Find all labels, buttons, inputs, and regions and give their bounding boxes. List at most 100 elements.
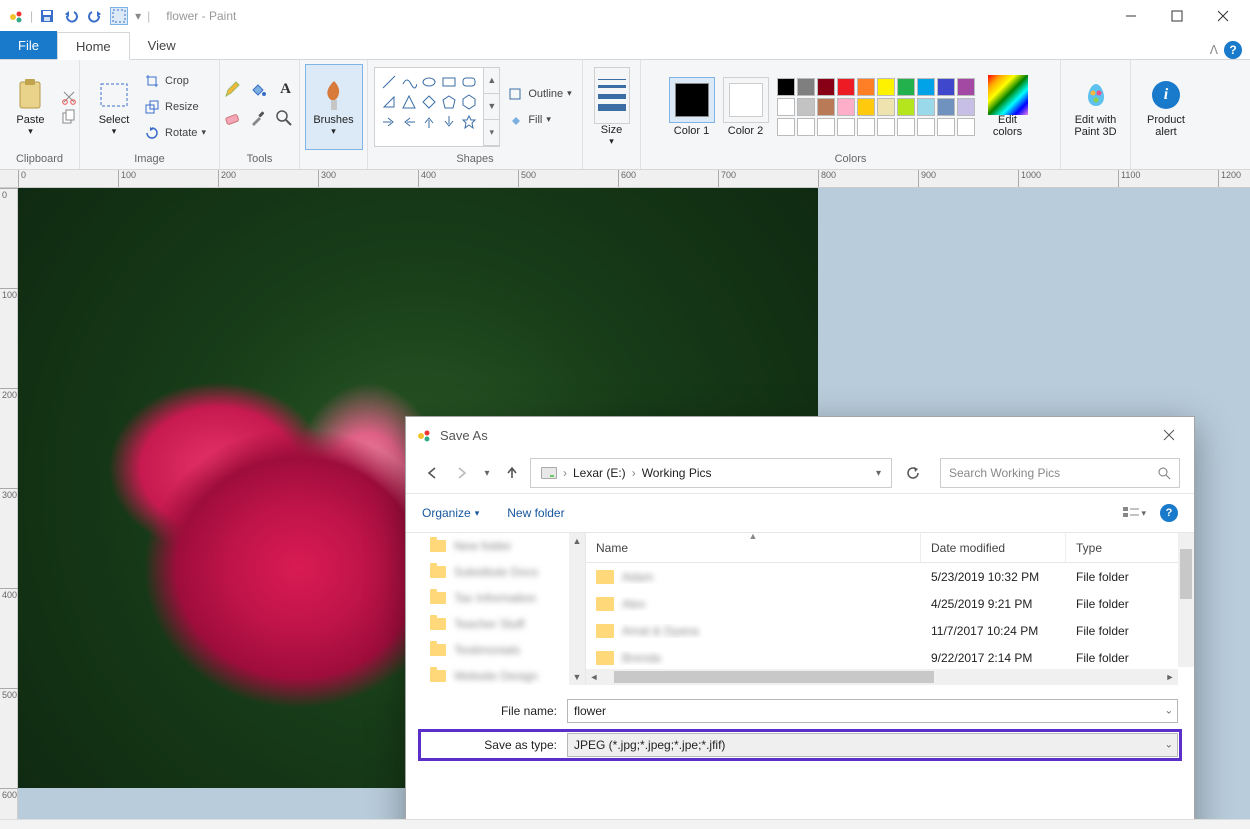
- edit-colors-button[interactable]: Edit colors: [983, 65, 1033, 149]
- tab-view[interactable]: View: [130, 31, 194, 59]
- color-swatch[interactable]: [897, 118, 915, 136]
- shapes-gallery[interactable]: ▲▼▾: [374, 67, 484, 147]
- color2-button[interactable]: [723, 77, 769, 123]
- paint3d-button[interactable]: Edit with Paint 3D: [1068, 65, 1124, 149]
- product-alert-button[interactable]: i Product alert: [1138, 65, 1194, 149]
- qa-dropdown-icon[interactable]: ▾: [135, 9, 141, 23]
- color-swatch[interactable]: [837, 118, 855, 136]
- cut-icon[interactable]: [61, 89, 77, 105]
- shape-outline-button[interactable]: Outline ▾: [502, 83, 575, 105]
- crop-button[interactable]: Crop: [139, 70, 210, 92]
- up-button[interactable]: [500, 461, 524, 485]
- color-swatch[interactable]: [817, 98, 835, 116]
- color-swatch[interactable]: [937, 98, 955, 116]
- color-swatch[interactable]: [897, 78, 915, 96]
- select-button[interactable]: Select▾: [89, 65, 139, 149]
- back-button[interactable]: [420, 461, 444, 485]
- list-item[interactable]: Amal & Dyana11/7/2017 10:24 PMFile folde…: [586, 617, 1194, 644]
- color-swatch[interactable]: [777, 78, 795, 96]
- file-list[interactable]: ▲Name Date modified Type Adam5/23/2019 1…: [586, 533, 1194, 685]
- list-hscrollbar[interactable]: ◄►: [586, 669, 1178, 685]
- collapse-ribbon-icon[interactable]: ᐱ: [1210, 43, 1218, 57]
- color-swatch[interactable]: [877, 98, 895, 116]
- app-icon: [7, 7, 25, 25]
- text-icon[interactable]: A: [275, 81, 297, 105]
- color-swatch[interactable]: [837, 98, 855, 116]
- color-swatch[interactable]: [937, 78, 955, 96]
- history-dropdown-icon[interactable]: ▾: [480, 461, 494, 485]
- list-item[interactable]: Adam5/23/2019 10:32 PMFile folder: [586, 563, 1194, 590]
- brushes-button[interactable]: Brushes▾: [305, 64, 363, 150]
- save-icon[interactable]: [38, 7, 56, 25]
- color-swatch[interactable]: [817, 118, 835, 136]
- resize-button[interactable]: Resize: [139, 96, 210, 118]
- savetype-label: Save as type:: [422, 738, 567, 752]
- tab-home[interactable]: Home: [57, 32, 130, 60]
- savetype-combo[interactable]: JPEG (*.jpg;*.jpeg;*.jpe;*.jfif)⌄: [567, 733, 1178, 757]
- list-item[interactable]: Brenda9/22/2017 2:14 PMFile folder: [586, 644, 1194, 671]
- help-icon[interactable]: ?: [1224, 41, 1242, 59]
- color-swatch[interactable]: [877, 78, 895, 96]
- copy-icon[interactable]: [61, 109, 77, 125]
- color-swatch[interactable]: [937, 118, 955, 136]
- help-icon[interactable]: ?: [1160, 504, 1178, 522]
- color-swatch[interactable]: [957, 98, 975, 116]
- color-swatch[interactable]: [797, 118, 815, 136]
- maximize-button[interactable]: [1154, 0, 1200, 32]
- list-item[interactable]: Alex4/25/2019 9:21 PMFile folder: [586, 590, 1194, 617]
- eraser-icon[interactable]: [223, 109, 245, 133]
- tab-file[interactable]: File: [0, 31, 57, 59]
- color-swatch[interactable]: [917, 98, 935, 116]
- color-palette[interactable]: [777, 78, 975, 136]
- color-swatch[interactable]: [957, 78, 975, 96]
- folder-tree[interactable]: New folder Substitute Docs Tax Informati…: [406, 533, 586, 685]
- tree-scrollbar[interactable]: ▲▼: [569, 533, 585, 685]
- color-swatch[interactable]: [857, 78, 875, 96]
- address-bar[interactable]: › Lexar (E:) › Working Pics ▾: [530, 458, 892, 488]
- new-folder-button[interactable]: New folder: [507, 506, 564, 520]
- shape-fill-button[interactable]: Fill ▾: [502, 109, 575, 131]
- magnifier-icon[interactable]: [275, 109, 297, 133]
- color-swatch[interactable]: [857, 98, 875, 116]
- search-input[interactable]: Search Working Pics: [940, 458, 1180, 488]
- organize-button[interactable]: Organize ▾: [422, 506, 479, 520]
- color-swatch[interactable]: [957, 118, 975, 136]
- color-swatch[interactable]: [897, 98, 915, 116]
- color1-button[interactable]: [669, 77, 715, 123]
- address-dropdown-icon[interactable]: ▾: [870, 468, 887, 479]
- color-swatch[interactable]: [777, 118, 795, 136]
- view-options-button[interactable]: ▾: [1122, 501, 1146, 525]
- forward-button[interactable]: [450, 461, 474, 485]
- color-swatch[interactable]: [817, 78, 835, 96]
- shapes-scrollbar[interactable]: ▲▼▾: [483, 67, 500, 147]
- minimize-button[interactable]: [1108, 0, 1154, 32]
- redo-icon[interactable]: [86, 7, 104, 25]
- close-icon[interactable]: [1154, 420, 1184, 450]
- canvas-area[interactable]: Save As ▾ › Lexar (E:) › Working Pics ▾: [18, 188, 1250, 819]
- breadcrumb-folder[interactable]: Working Pics: [636, 459, 718, 487]
- selection-tool-icon[interactable]: [110, 7, 128, 25]
- breadcrumb-drive[interactable]: Lexar (E:): [567, 459, 632, 487]
- color-swatch[interactable]: [917, 78, 935, 96]
- bucket-icon[interactable]: [249, 81, 271, 105]
- color-swatch[interactable]: [917, 118, 935, 136]
- color-swatch[interactable]: [797, 78, 815, 96]
- list-vscrollbar[interactable]: [1178, 533, 1194, 667]
- color-swatch[interactable]: [777, 98, 795, 116]
- size-button[interactable]: Size▾: [588, 65, 636, 149]
- filename-input[interactable]: flower⌄: [567, 699, 1178, 723]
- color-swatch[interactable]: [797, 98, 815, 116]
- dropdown-icon[interactable]: ⌄: [1165, 706, 1173, 717]
- rotate-button[interactable]: Rotate ▾: [139, 122, 210, 144]
- refresh-button[interactable]: [898, 458, 928, 488]
- color-swatch[interactable]: [857, 118, 875, 136]
- eyedropper-icon[interactable]: [249, 109, 271, 133]
- column-headers[interactable]: ▲Name Date modified Type: [586, 533, 1194, 563]
- close-button[interactable]: [1200, 0, 1246, 32]
- undo-icon[interactable]: [62, 7, 80, 25]
- paste-button[interactable]: Paste▾: [3, 65, 59, 149]
- dropdown-icon[interactable]: ⌄: [1165, 740, 1173, 751]
- color-swatch[interactable]: [877, 118, 895, 136]
- pencil-icon[interactable]: [223, 81, 245, 105]
- color-swatch[interactable]: [837, 78, 855, 96]
